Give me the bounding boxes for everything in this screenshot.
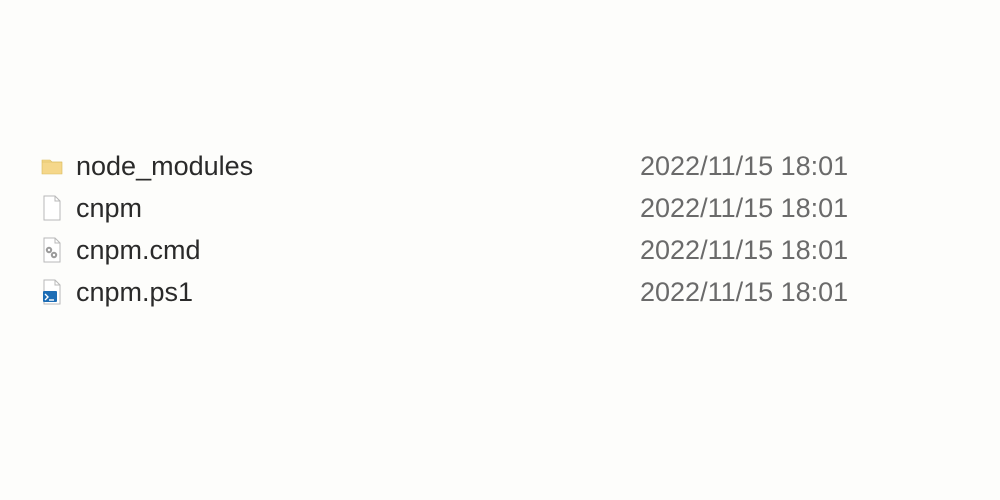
file-list: node_modules 2022/11/15 18:01 cnpm 2022/… <box>0 0 1000 313</box>
file-name: cnpm.ps1 <box>76 277 640 308</box>
file-row[interactable]: cnpm.ps1 2022/11/15 18:01 <box>40 271 980 313</box>
folder-icon <box>40 152 76 180</box>
file-date: 2022/11/15 18:01 <box>640 277 980 308</box>
file-row[interactable]: cnpm 2022/11/15 18:01 <box>40 187 980 229</box>
file-row[interactable]: node_modules 2022/11/15 18:01 <box>40 145 980 187</box>
file-date: 2022/11/15 18:01 <box>640 193 980 224</box>
file-date: 2022/11/15 18:01 <box>640 151 980 182</box>
file-row[interactable]: cnpm.cmd 2022/11/15 18:01 <box>40 229 980 271</box>
file-name: node_modules <box>76 151 640 182</box>
file-date: 2022/11/15 18:01 <box>640 235 980 266</box>
file-name: cnpm <box>76 193 640 224</box>
ps1-file-icon <box>40 278 76 306</box>
blank-file-icon <box>40 194 76 222</box>
cmd-file-icon <box>40 236 76 264</box>
file-name: cnpm.cmd <box>76 235 640 266</box>
